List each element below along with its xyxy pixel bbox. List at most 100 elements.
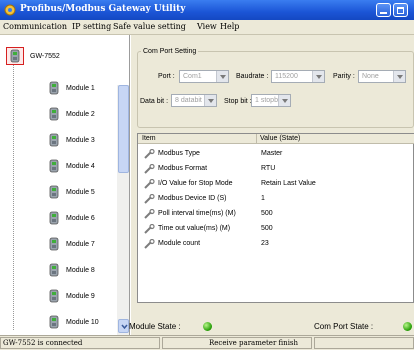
cell-value: RTU	[261, 165, 276, 172]
module-icon	[49, 159, 59, 173]
cell-item: Modbus Device ID (S)	[158, 195, 227, 202]
app-icon	[4, 4, 16, 16]
tree-item-module-10[interactable]: Module 10	[0, 310, 117, 334]
module-icon	[49, 289, 59, 303]
port-select[interactable]: Com1	[179, 70, 229, 83]
menu-safe-value-setting[interactable]: Safe value setting	[113, 22, 186, 31]
table-row[interactable]: Modbus Type Master	[138, 147, 414, 162]
main-panel: Com Port Setting Port : Com1 Baudrate : …	[129, 35, 414, 335]
tree-item-label: Module 8	[66, 267, 95, 274]
cell-item: Poll interval time(ms) (M)	[158, 210, 236, 217]
menu-ip-setting[interactable]: IP setting	[72, 22, 111, 31]
databit-value: 8 databit	[175, 97, 202, 104]
table-row[interactable]: I/O Value for Stop Mode Retain Last Valu…	[138, 177, 414, 192]
baudrate-value: 115200	[275, 73, 298, 80]
tree-item-module-7[interactable]: Module 7	[0, 232, 117, 256]
column-header-value[interactable]: Value (State)	[260, 135, 300, 142]
module-state-indicator	[203, 322, 212, 331]
cell-item: Modbus Type	[158, 150, 200, 157]
module-icon	[49, 263, 59, 277]
menu-view[interactable]: View	[197, 22, 217, 31]
cell-item: Time out value(ms) (M)	[158, 225, 231, 232]
cell-value: 23	[261, 240, 269, 247]
module-icon	[49, 133, 59, 147]
maximize-button[interactable]	[393, 3, 408, 17]
chevron-down-icon	[312, 71, 324, 82]
parity-label: Parity :	[333, 73, 355, 80]
cell-item: Module count	[158, 240, 201, 247]
tree-item-module-8[interactable]: Module 8	[0, 258, 117, 282]
table-row[interactable]: Module count 23	[138, 237, 414, 252]
module-tree: GW-7552 Module 1 Module 2 Module 3 Modul…	[0, 35, 130, 335]
databit-select[interactable]: 8 databit	[171, 94, 217, 107]
status-bar: GW-7552 is connected Receive parameter f…	[0, 335, 414, 350]
menu-help[interactable]: Help	[220, 22, 239, 31]
table-row[interactable]: Modbus Device ID (S) 1	[138, 192, 414, 207]
tree-root-item[interactable]: GW-7552	[0, 35, 117, 69]
tree-item-module-5[interactable]: Module 5	[0, 180, 117, 204]
tree-item-label: Module 6	[66, 215, 95, 222]
column-header-item[interactable]: Item	[142, 135, 156, 142]
wrench-icon	[144, 239, 155, 249]
databit-label: Data bit :	[140, 98, 169, 105]
tree-item-label: Module 5	[66, 189, 95, 196]
tree-item-module-9[interactable]: Module 9	[0, 284, 117, 308]
tree-item-label: Module 4	[66, 163, 95, 170]
scrollbar-thumb[interactable]	[118, 85, 129, 173]
stopbit-label: Stop bit :	[224, 98, 252, 105]
module-icon	[49, 237, 59, 251]
com-port-settings-title: Com Port Setting	[141, 48, 199, 55]
table-row[interactable]: Time out value(ms) (M) 500	[138, 222, 414, 237]
module-state-label: Module State :	[129, 322, 181, 331]
parameter-table: Item Value (State) Modbus Type Master Mo…	[137, 133, 414, 303]
com-port-settings-group	[137, 51, 414, 128]
tree-item-label: Module 2	[66, 111, 95, 118]
status-panel-empty	[314, 337, 414, 349]
table-row[interactable]: Poll interval time(ms) (M) 500	[138, 207, 414, 222]
maximize-icon	[397, 7, 404, 14]
table-header: Item Value (State)	[138, 134, 414, 144]
cell-value: 500	[261, 225, 273, 232]
baudrate-select[interactable]: 115200	[271, 70, 325, 83]
window-title: Profibus/Modbus Gateway Utility	[20, 4, 186, 14]
tree-scrollbar[interactable]	[117, 85, 129, 335]
status-message: Receive parameter finish	[209, 339, 299, 347]
tree-item-label: Module 10	[66, 319, 99, 326]
cell-item: I/O Value for Stop Mode	[158, 180, 233, 187]
stopbit-select[interactable]: 1 stopbit	[251, 94, 291, 107]
wrench-icon	[144, 179, 155, 189]
wrench-icon	[144, 149, 155, 159]
chevron-down-icon	[393, 71, 405, 82]
minimize-button[interactable]	[376, 3, 391, 17]
tree-item-module-2[interactable]: Module 2	[0, 102, 117, 126]
tree-item-module-3[interactable]: Module 3	[0, 128, 117, 152]
tree-item-module-1[interactable]: Module 1	[0, 76, 117, 100]
tree-item-label: Module 9	[66, 293, 95, 300]
tree-item-module-6[interactable]: Module 6	[0, 206, 117, 230]
parity-select[interactable]: None	[358, 70, 406, 83]
wrench-icon	[144, 224, 155, 234]
tree-item-label: Module 1	[66, 85, 95, 92]
port-value: Com1	[183, 73, 202, 80]
tree-item-module-4[interactable]: Module 4	[0, 154, 117, 178]
menu-bar: Communication IP setting Safe value sett…	[0, 20, 414, 35]
menu-communication[interactable]: Communication	[3, 22, 67, 31]
cell-value: Retain Last Value	[261, 180, 316, 187]
tree-root-label: GW-7552	[30, 53, 60, 60]
title-bar: Profibus/Modbus Gateway Utility	[0, 0, 414, 20]
status-panel-connection: GW-7552 is connected	[0, 337, 160, 349]
minimize-icon	[380, 12, 387, 14]
baudrate-label: Baudrate :	[236, 73, 269, 80]
tree-item-label: Module 7	[66, 241, 95, 248]
chevron-down-icon	[204, 95, 216, 106]
com-port-state-indicator	[403, 322, 412, 331]
port-label: Port :	[158, 73, 175, 80]
column-divider	[256, 134, 257, 144]
table-row[interactable]: Modbus Format RTU	[138, 162, 414, 177]
wrench-icon	[144, 194, 155, 204]
wrench-icon	[144, 164, 155, 174]
cell-value: 1	[261, 195, 265, 202]
module-icon	[49, 211, 59, 225]
module-icon	[49, 81, 59, 95]
scroll-down-button[interactable]	[118, 319, 129, 333]
